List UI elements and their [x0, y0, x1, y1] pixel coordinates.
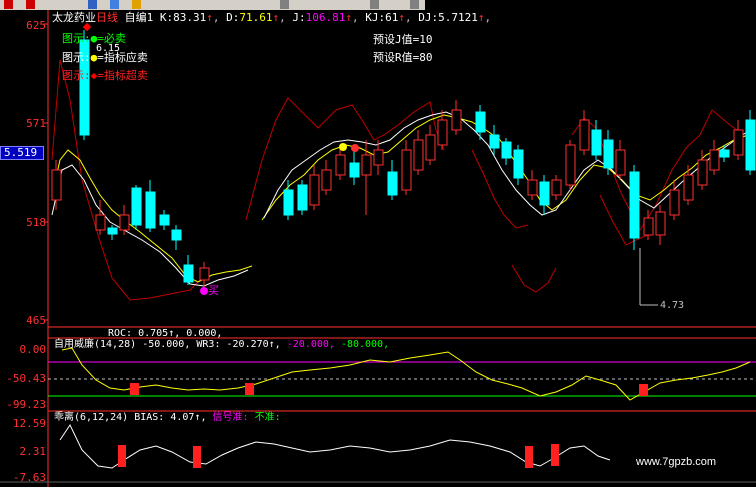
candle-body-20	[401, 149, 412, 191]
bias-signal-bar-0	[118, 445, 126, 467]
candle-body-23	[437, 119, 448, 146]
candle-body-39	[655, 211, 666, 236]
wr-signal-bar-1	[245, 383, 254, 395]
candle-body-27	[501, 141, 512, 159]
candle-body-9	[183, 264, 194, 283]
candle-body-14	[321, 169, 332, 191]
candle-body-35	[603, 139, 614, 169]
wr-signal-bar-2	[639, 384, 648, 396]
candle-body-25	[475, 111, 486, 133]
candle-body-6	[145, 191, 156, 229]
candle-body-17	[361, 154, 372, 176]
candle-body-46	[745, 119, 756, 171]
kj-value: 61	[385, 11, 399, 24]
dj-value: 5.7121	[438, 11, 478, 24]
bias-tick-mid: 2.31	[19, 445, 47, 458]
bias-signal-bar-1	[193, 446, 201, 468]
buy-label: 买	[208, 284, 219, 297]
candle-body-22	[425, 134, 436, 161]
candle-body-8	[171, 229, 182, 241]
bias-signal-bar-2	[525, 446, 533, 468]
candle-body-29	[527, 179, 538, 196]
low-price-label: 4.73	[660, 300, 685, 311]
candle-body-31	[551, 179, 562, 196]
axis-tick-571: 571	[26, 117, 46, 130]
wr-signal-bar-0	[130, 383, 139, 395]
candle-body-11	[283, 189, 294, 216]
wr-panel-header: 自用威廉(14,28) -50.000, WR3: -20.270↑, -20.…	[54, 339, 390, 350]
candle-body-0	[51, 169, 62, 201]
dj-label: DJ:	[418, 11, 439, 24]
axis-tick-625: 625	[26, 19, 46, 32]
buy-dot	[200, 287, 208, 295]
lower-band-right	[599, 194, 649, 246]
indicator-name: 自编1	[124, 11, 154, 24]
bias-panel-header: 乖离(6,12,24) BIAS: 4.07↑, 信号准: 不准:	[54, 412, 281, 423]
candle-body-12	[297, 184, 308, 211]
candle-body-24	[451, 109, 462, 131]
header-bar: 太龙药业日线 自编1 K:83.31↑, D:71.61↑, J:106.81↑…	[52, 11, 492, 24]
candle-body-44	[719, 149, 730, 158]
j-value: 106.81	[305, 11, 346, 24]
candle-body-40	[669, 189, 680, 216]
candle-body-16	[349, 162, 360, 178]
axis-tick-465: 465	[26, 314, 46, 327]
red-signal-dot	[351, 144, 359, 152]
candle-body-21	[413, 139, 424, 171]
yellow-sell-dot	[339, 143, 347, 151]
candle-body-28	[513, 149, 524, 179]
candle-body-2	[95, 214, 106, 231]
j-label: J:	[292, 11, 306, 24]
lower-band-left	[51, 59, 201, 301]
preset-j-value: 预设J值=10	[373, 33, 433, 46]
d-label: D:	[226, 11, 240, 24]
lower-band-dip	[511, 264, 557, 293]
candle-body-30	[539, 181, 550, 206]
candle-body-18	[373, 149, 384, 166]
legend-item-oversold: 图示:◆=指标超卖	[62, 69, 148, 82]
candle-body-37	[629, 171, 640, 239]
legend-item-should-sell: 图示:●=指标应卖	[62, 51, 148, 64]
axis-tick-518: 518	[26, 216, 46, 229]
k-label: K:	[159, 11, 174, 24]
stock-name: 太龙药业	[52, 11, 96, 24]
candle-body-38	[643, 217, 654, 236]
candle-body-42	[697, 159, 708, 186]
bias-tick-top: 12.59	[12, 417, 46, 430]
candle-body-7	[159, 214, 170, 226]
watermark: www.7gpzb.com	[636, 456, 717, 468]
bias-signal-bar-3	[551, 444, 559, 466]
candle-body-4	[119, 214, 130, 231]
d-value: 71.61	[239, 11, 273, 24]
wr-tick-mid: -50.43	[6, 372, 46, 385]
candle-body-45	[733, 129, 744, 156]
candle-body-36	[615, 149, 626, 176]
candle-body-32	[565, 144, 576, 186]
preset-r-value: 预设R值=80	[373, 51, 433, 64]
candle-body-15	[335, 154, 346, 176]
candle-body-43	[709, 149, 720, 171]
stock-chart-window: 太龙药业日线 自编1 K:83.31↑, D:71.61↑, J:106.81↑…	[0, 0, 756, 487]
candle-body-33	[579, 119, 590, 151]
period-label: 日线	[96, 11, 118, 24]
current-price-box: 5.519	[0, 146, 44, 160]
candle-body-26	[489, 134, 500, 149]
candle-body-3	[107, 227, 118, 235]
candle-body-13	[309, 174, 320, 206]
kj-label: KJ:	[365, 11, 386, 24]
candle-body-41	[683, 174, 694, 201]
red-diamond-marker	[82, 22, 92, 32]
candle-body-19	[387, 171, 398, 196]
bias-tick-bottom: -7.63	[12, 471, 46, 484]
wr-tick-bottom: -99.23	[6, 398, 46, 411]
candle-body-5	[131, 187, 142, 226]
k-value: 83.31	[173, 11, 207, 24]
candle-body-34	[591, 129, 602, 156]
wr-tick-top: 0.00	[19, 343, 47, 356]
candle-body-10	[199, 267, 210, 281]
